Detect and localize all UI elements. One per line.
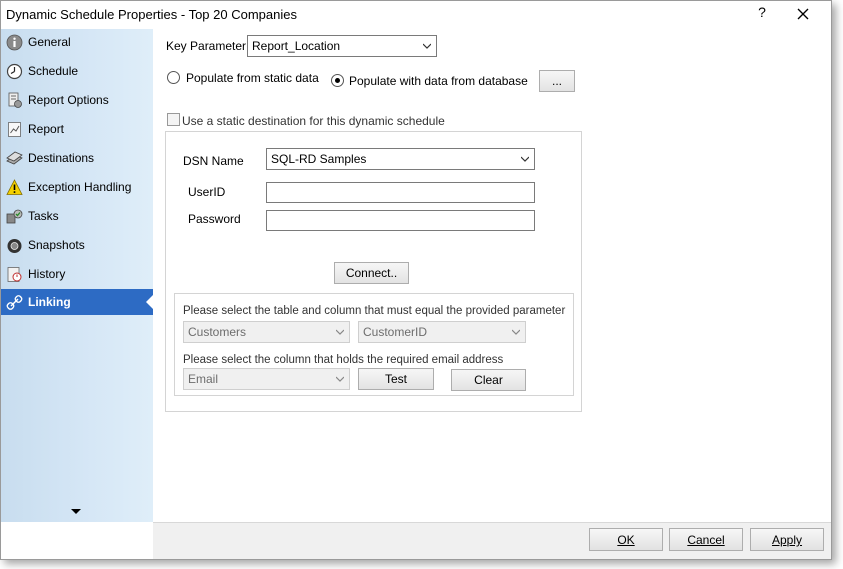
table-dropdown[interactable]: Customers [183, 321, 350, 343]
sidebar-item-label: History [28, 267, 66, 281]
clear-button[interactable]: Clear [451, 369, 526, 391]
sidebar-item-label: Destinations [28, 151, 95, 165]
sidebar-item-report-options[interactable]: Report Options [1, 87, 153, 113]
test-button[interactable]: Test [358, 368, 434, 390]
linking-panel: Key Parameter Report_Location Populate f… [153, 29, 831, 522]
static-destination-label: Use a static destination for this dynami… [182, 114, 445, 128]
key-parameter-dropdown[interactable]: Report_Location [247, 35, 437, 57]
camera-icon [7, 239, 22, 253]
static-destination-checkbox[interactable] [167, 113, 180, 126]
window-title: Dynamic Schedule Properties - Top 20 Com… [6, 7, 297, 22]
email-column-value: Email [188, 372, 219, 386]
ok-button-label: OK [617, 533, 635, 547]
sidebar-item-label: General [28, 35, 71, 49]
sidebar-item-destinations[interactable]: Destinations [1, 145, 153, 171]
table-value: Customers [188, 325, 247, 339]
mapping-group: Please select the table and column that … [174, 293, 574, 396]
userid-input[interactable] [266, 182, 535, 203]
close-icon [797, 8, 809, 20]
sidebar-item-label: Exception Handling [28, 180, 132, 194]
email-column-dropdown[interactable]: Email [183, 368, 350, 390]
scroll-down-arrow-icon[interactable] [71, 509, 81, 514]
link-icon [6, 295, 23, 310]
report-icon [8, 122, 21, 137]
key-parameter-label: Key Parameter [166, 39, 247, 53]
populate-database-radio[interactable] [331, 74, 344, 87]
chevron-down-icon [336, 329, 344, 335]
sidebar-item-label: Snapshots [28, 238, 85, 252]
sidebar: General Schedule Report Options Report D… [1, 29, 153, 522]
key-parameter-value: Report_Location [252, 39, 341, 53]
chevron-down-icon [336, 376, 344, 382]
destinations-icon [6, 151, 23, 165]
sidebar-item-tasks[interactable]: Tasks [1, 203, 153, 229]
chevron-down-icon [521, 156, 529, 162]
column-value: CustomerID [363, 325, 428, 339]
sidebar-item-linking[interactable]: Linking [1, 289, 153, 315]
ok-button[interactable]: OK [589, 528, 663, 551]
clock-icon [6, 63, 23, 80]
dsn-name-value: SQL-RD Samples [271, 152, 367, 166]
email-column-prompt: Please select the column that holds the … [183, 354, 504, 366]
dialog-window: Dynamic Schedule Properties - Top 20 Com… [0, 0, 832, 560]
chevron-down-icon [423, 43, 431, 49]
dsn-name-dropdown[interactable]: SQL-RD Samples [266, 148, 535, 170]
cancel-button[interactable]: Cancel [669, 528, 743, 551]
sidebar-item-report[interactable]: Report [1, 116, 153, 142]
sidebar-item-exception-handling[interactable]: Exception Handling [1, 174, 153, 200]
sidebar-item-general[interactable]: General [1, 29, 153, 55]
report-options-icon [8, 92, 22, 108]
sidebar-item-label: Schedule [28, 64, 79, 78]
dialog-footer: OK Cancel Apply [153, 522, 831, 559]
dsn-name-label: DSN Name [183, 154, 244, 168]
help-button[interactable]: ? [753, 4, 771, 24]
userid-label: UserID [188, 185, 226, 199]
cancel-button-label: Cancel [687, 533, 725, 547]
password-label: Password [188, 212, 241, 226]
history-icon [7, 267, 22, 282]
sidebar-item-history[interactable]: History [1, 261, 153, 287]
apply-button[interactable]: Apply [750, 528, 824, 551]
apply-button-label: Apply [771, 533, 803, 547]
sidebar-item-label: Linking [28, 295, 71, 309]
sidebar-item-schedule[interactable]: Schedule [1, 58, 153, 84]
populate-static-radio[interactable] [167, 71, 180, 84]
password-input[interactable] [266, 210, 535, 231]
browse-button[interactable]: ... [539, 70, 575, 92]
sidebar-item-label: Tasks [28, 209, 59, 223]
sidebar-item-snapshots[interactable]: Snapshots [1, 232, 153, 258]
close-button[interactable] [791, 4, 815, 24]
column-dropdown[interactable]: CustomerID [358, 321, 526, 343]
info-icon [6, 34, 23, 51]
tasks-icon [6, 209, 23, 224]
populate-database-label: Populate with data from database [349, 74, 528, 88]
warning-icon [6, 179, 23, 195]
sidebar-item-label: Report [28, 122, 65, 136]
connect-button[interactable]: Connect.. [334, 262, 409, 284]
title-bar: Dynamic Schedule Properties - Top 20 Com… [1, 1, 831, 29]
sidebar-item-label: Report Options [28, 93, 109, 107]
chevron-down-icon [512, 329, 520, 335]
populate-static-label: Populate from static data [186, 71, 319, 85]
table-column-prompt: Please select the table and column that … [183, 305, 566, 317]
connection-group: DSN Name SQL-RD Samples UserID Password … [165, 131, 582, 412]
